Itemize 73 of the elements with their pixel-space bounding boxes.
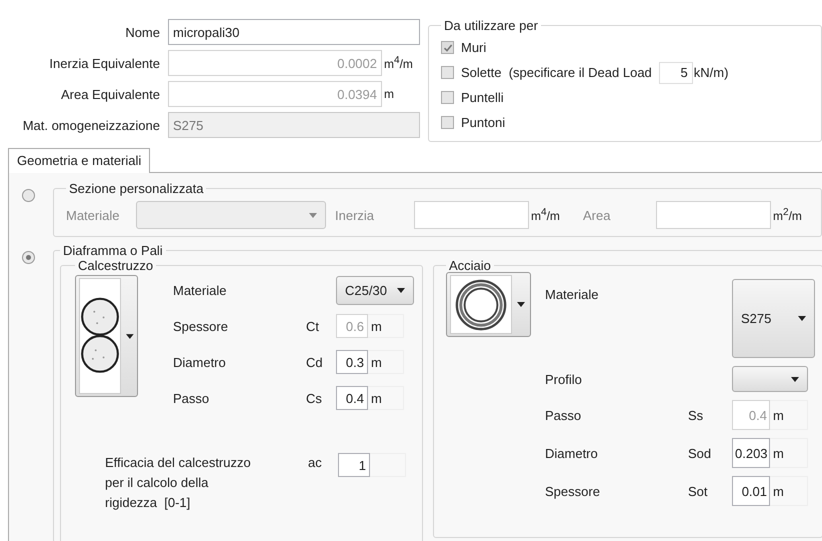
unit-label: m bbox=[770, 476, 808, 506]
group-title: Diaframma o Pali bbox=[62, 243, 164, 258]
material-dropdown[interactable] bbox=[136, 201, 326, 229]
radio-button[interactable] bbox=[22, 251, 35, 264]
group-title: Calcestruzzo bbox=[77, 258, 154, 273]
number-field[interactable]: 0.3 bbox=[336, 350, 368, 374]
field-label: Spessore bbox=[545, 484, 601, 498]
group-title: Da utilizzare per bbox=[443, 18, 539, 33]
unit-label: m bbox=[368, 386, 404, 410]
field-label: Materiale bbox=[172, 282, 228, 298]
symbol-label: Cd bbox=[306, 354, 324, 370]
symbol-label: Ct bbox=[306, 318, 320, 334]
field-label: Inerzia bbox=[334, 208, 376, 222]
field-label: Mat. omogeneizzazione bbox=[22, 118, 160, 132]
field-label: Passo bbox=[545, 408, 582, 422]
field-label: Inerzia Equivalente bbox=[48, 56, 160, 70]
unit-label: kN/m) bbox=[694, 65, 728, 80]
option-label: Puntoni bbox=[461, 115, 506, 130]
checkbox[interactable] bbox=[441, 41, 454, 54]
unit-label: m bbox=[368, 314, 404, 338]
profile-dropdown[interactable] bbox=[732, 366, 808, 392]
field-label: Diametro bbox=[545, 446, 599, 460]
option-label: Muri bbox=[461, 40, 486, 55]
unit-box bbox=[370, 453, 406, 477]
symbol-label: Sod bbox=[688, 446, 712, 460]
field-label: Area Equivalente bbox=[60, 86, 160, 102]
section-picker-button[interactable] bbox=[75, 275, 138, 397]
twin-circle-icon bbox=[80, 296, 120, 376]
caret-icon bbox=[126, 334, 134, 338]
field-label: Profilo bbox=[545, 372, 583, 386]
field-label: Area bbox=[583, 208, 612, 222]
unit-label: m$^{4}$/m bbox=[530, 207, 561, 223]
field-label: Nome bbox=[124, 24, 160, 40]
field-label: Efficacia del calcestruzzo per il calcolo della rigidezza [0-1] bbox=[105, 454, 252, 512]
checkbox[interactable] bbox=[441, 116, 454, 129]
unit-label: m bbox=[770, 438, 808, 468]
caret-icon bbox=[791, 376, 799, 382]
radio-button[interactable] bbox=[22, 189, 35, 202]
number-field[interactable]: 0.4 bbox=[336, 386, 368, 410]
field-label: Passo bbox=[172, 390, 210, 406]
unit-label: m bbox=[770, 400, 808, 430]
name-field[interactable]: micropali30 bbox=[168, 19, 420, 45]
unit-label: m bbox=[383, 87, 395, 101]
caret-icon bbox=[309, 212, 317, 218]
option-label: Puntelli bbox=[461, 90, 504, 105]
field-label: Materiale bbox=[66, 208, 120, 222]
checkbox[interactable] bbox=[441, 66, 454, 79]
field-label: Spessore bbox=[172, 318, 229, 334]
field-label: Diametro bbox=[172, 354, 227, 370]
symbol-label: Sot bbox=[688, 484, 709, 498]
tab[interactable]: Geometria e materiali bbox=[8, 148, 150, 173]
number-field[interactable]: 0.01 bbox=[732, 476, 770, 506]
field-label: Materiale bbox=[545, 286, 600, 302]
symbol-label: ac bbox=[308, 455, 323, 470]
material-dropdown[interactable]: S275 bbox=[732, 279, 815, 358]
group-title: Sezione personalizzata bbox=[68, 181, 204, 196]
section-picker-button[interactable] bbox=[446, 272, 531, 337]
group-title: Acciaio bbox=[448, 258, 492, 273]
caret-icon bbox=[798, 316, 806, 321]
unit-label: m$^{4}$/m bbox=[383, 55, 414, 71]
symbol-label: Ss bbox=[688, 408, 704, 422]
material-dropdown[interactable]: C25/30 bbox=[336, 276, 414, 304]
dead-load-field[interactable]: 5 bbox=[658, 62, 693, 84]
unit-label: m$^{2}$/m bbox=[772, 207, 803, 223]
checkbox[interactable] bbox=[441, 91, 454, 104]
ring-icon bbox=[454, 278, 508, 332]
caret-icon bbox=[517, 302, 525, 307]
number-field[interactable]: 1 bbox=[338, 453, 370, 477]
symbol-label: Cs bbox=[306, 390, 323, 406]
unit-label: m bbox=[368, 350, 404, 374]
option-label: Solette (specificare il Dead Load bbox=[461, 65, 652, 80]
number-field[interactable]: 0.203 bbox=[732, 438, 770, 468]
caret-icon bbox=[397, 288, 405, 292]
